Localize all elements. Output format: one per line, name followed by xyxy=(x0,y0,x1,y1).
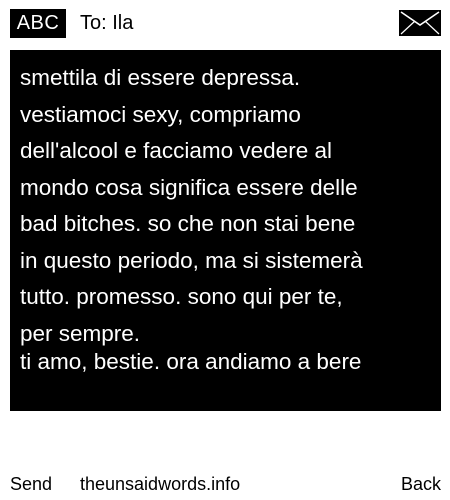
recipient-label: To: Ila xyxy=(80,12,134,34)
message-body[interactable]: smettila di essere depressa. vestiamoci … xyxy=(10,50,441,411)
message-text: smettila di essere depressa. vestiamoci … xyxy=(20,65,363,346)
send-button[interactable]: Send xyxy=(10,470,52,498)
header-bar: ABC To: Ila xyxy=(0,0,450,48)
envelope-icon xyxy=(399,10,441,36)
input-mode-badge: ABC xyxy=(10,9,66,38)
site-label: theunsaidwords.info xyxy=(80,474,241,494)
message-closing: ti amo, bestie. ora andiamo a bere xyxy=(20,349,362,374)
back-button[interactable]: Back xyxy=(401,470,441,498)
softkey-bar: Send theunsaidwords.info Back xyxy=(0,470,450,498)
